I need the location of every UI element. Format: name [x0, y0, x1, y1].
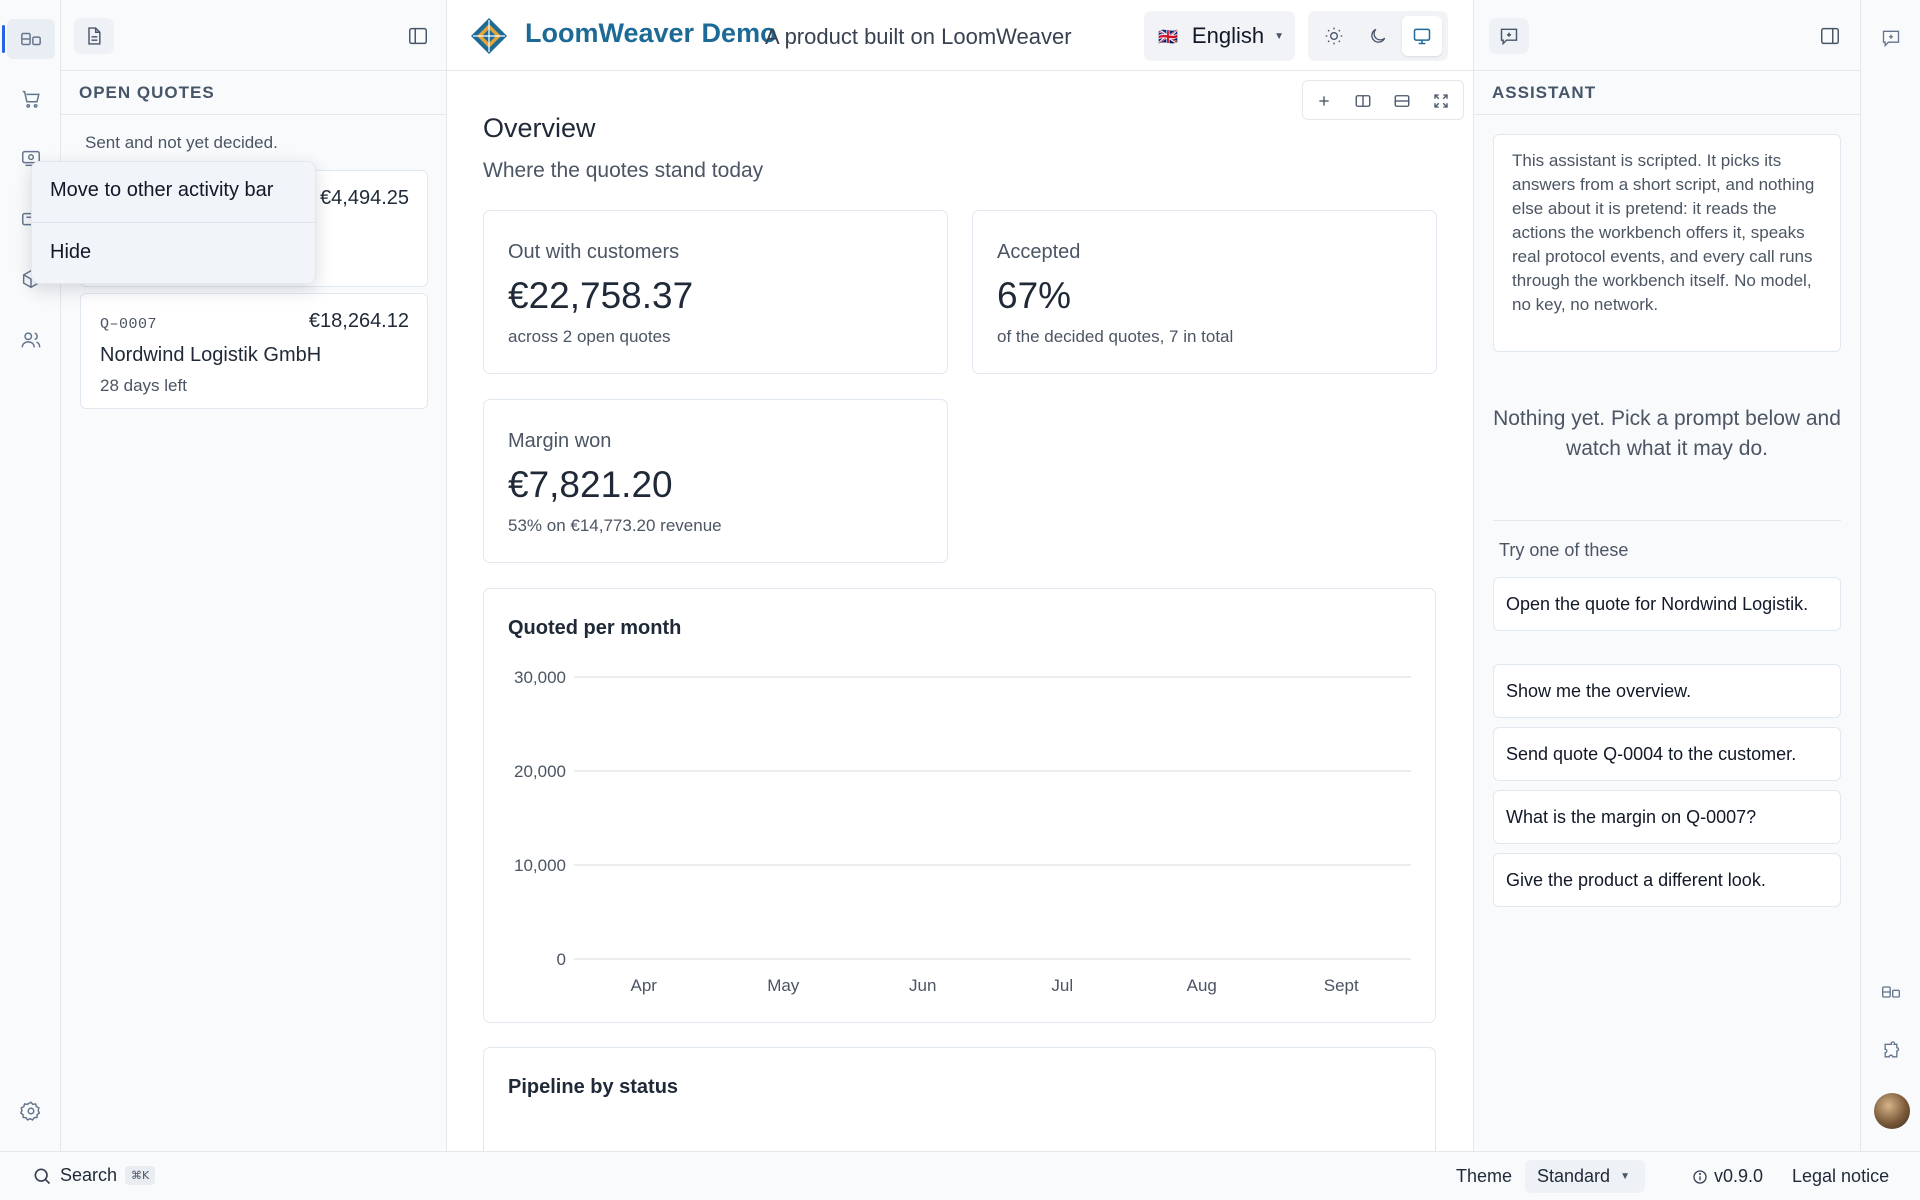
prompt-suggestion[interactable]: What is the margin on Q-0007? [1493, 790, 1841, 844]
users-icon[interactable] [7, 320, 55, 360]
loomweaver-logo [469, 16, 509, 56]
chat-icon[interactable] [1489, 18, 1529, 54]
stat-label: Margin won [508, 430, 612, 452]
quoted-per-month-card: Quoted per month 0 10,000 20,000 30,000 Apr M… [483, 588, 1436, 1023]
theme-label: Theme [1456, 1166, 1513, 1186]
legal-notice-link[interactable]: Legal notice [1792, 1166, 1889, 1187]
prompt-suggestion[interactable]: Show me the overview. [1493, 664, 1841, 718]
stat-card-margin-won: Margin won €7,821.20 53% on €14,773.20 r… [483, 399, 948, 563]
left-panel-header [61, 0, 446, 71]
puzzle-icon[interactable] [1873, 1033, 1909, 1069]
caret-down-icon: ▼ [1274, 30, 1284, 42]
pipeline-by-status-card: Pipeline by status [483, 1047, 1436, 1151]
stat-label: Accepted [997, 241, 1081, 263]
version-label: v0.9.0 [1714, 1166, 1764, 1186]
right-panel-header [1474, 0, 1860, 71]
search-label: Search [60, 1165, 118, 1185]
moon-icon[interactable] [1358, 16, 1398, 56]
fullscreen-icon[interactable] [1426, 86, 1456, 116]
plus-icon[interactable] [1309, 86, 1339, 116]
y-tick-label: 30,000 [514, 668, 566, 687]
toggle-right-panel-icon[interactable] [1812, 18, 1848, 54]
quote-amount: €4,494.25 [320, 187, 409, 209]
theme-value: Standard [1537, 1166, 1611, 1186]
info-icon [1693, 1169, 1707, 1184]
split-horizontal-icon[interactable] [1387, 86, 1417, 116]
assistant-panel: ASSISTANT This assistant is scripted. It… [1473, 0, 1860, 1151]
section-title: OPEN QUOTES [61, 71, 446, 115]
stat-value: €22,758.37 [508, 275, 694, 316]
menu-separator [32, 222, 315, 223]
x-tick-label: May [767, 976, 800, 995]
page-subtitle: Where the quotes stand today [483, 159, 764, 182]
x-tick-label: Jul [1051, 976, 1073, 995]
activity-context-menu: Move to other activity bar Hide [31, 161, 316, 284]
page-title: Overview [483, 113, 596, 143]
stat-card-accepted: Accepted 67% of the decided quotes, 7 in… [972, 210, 1437, 374]
panel-subtitle: Sent and not yet decided. [85, 133, 278, 152]
assistant-title: ASSISTANT [1474, 71, 1860, 115]
status-bar: Search ⌘K Theme Standard ▼ v0.9.0 Legal … [0, 1151, 1920, 1200]
menu-item-move-to-other-activity-bar[interactable]: Move to other activity bar [50, 179, 273, 202]
y-tick-label: 0 [557, 950, 566, 969]
quote-amount: €18,264.12 [308, 310, 409, 332]
sun-icon[interactable] [1314, 16, 1354, 56]
quote-card[interactable]: Q–0007 €18,264.12 Nordwind Logistik GmbH… [80, 293, 428, 409]
stat-note: of the decided quotes, 7 in total [997, 327, 1234, 346]
y-tick-label: 20,000 [514, 762, 566, 781]
theme-select[interactable]: Standard ▼ [1525, 1160, 1645, 1193]
stat-label: Out with customers [508, 241, 680, 263]
right-activity-bar [1860, 0, 1920, 1151]
stat-note: 53% on €14,773.20 revenue [508, 516, 722, 535]
language-select[interactable]: 🇬🇧 English ▼ [1144, 11, 1295, 61]
menu-item-hide[interactable]: Hide [50, 241, 91, 264]
empty-state-message: Nothing yet. Pick a prompt below and wat… [1493, 407, 1841, 460]
document-icon[interactable] [74, 18, 114, 54]
assistant-chat-icon[interactable] [1873, 20, 1909, 56]
tagline: A product built on LoomWeaver [765, 24, 1072, 49]
stat-note: across 2 open quotes [508, 327, 671, 346]
x-tick-label: Apr [631, 976, 658, 995]
prompt-suggestion[interactable]: Send quote Q-0004 to the customer. [1493, 727, 1841, 781]
assistant-disclaimer: This assistant is scripted. It picks its… [1493, 134, 1841, 352]
x-tick-label: Aug [1187, 976, 1217, 995]
search-button[interactable]: Search ⌘K [32, 1165, 156, 1186]
prompt-suggestion[interactable]: Give the product a different look. [1493, 853, 1841, 907]
customer-name: Nordwind Logistik GmbH [100, 344, 322, 366]
quote-number: Q–0007 [100, 316, 158, 333]
try-label: Try one of these [1499, 540, 1629, 560]
y-tick-label: 10,000 [514, 856, 566, 875]
flag-icon: 🇬🇧 [1158, 26, 1178, 46]
search-icon [34, 1168, 51, 1184]
settings-icon[interactable] [7, 1091, 55, 1131]
avatar[interactable] [1874, 1093, 1910, 1129]
language-label: English [1191, 23, 1265, 48]
stat-value: €7,821.20 [508, 464, 673, 505]
caret-down-icon: ▼ [1620, 1171, 1630, 1182]
quoted-per-month-chart: 0 10,000 20,000 30,000 Apr May Jun Jul Aug Sept [514, 668, 1411, 995]
version-info[interactable]: v0.9.0 [1692, 1166, 1763, 1187]
prompt-suggestion[interactable]: Open the quote for Nordwind Logistik. [1493, 577, 1841, 631]
stat-card-out-with-customers: Out with customers €22,758.37 across 2 o… [483, 210, 948, 374]
top-header: LoomWeaver Demo A product built on LoomW… [447, 0, 1473, 71]
toggle-left-panel-icon[interactable] [400, 18, 436, 54]
search-shortcut: ⌘K [125, 1166, 156, 1185]
editor-toolbar [1302, 80, 1464, 120]
divider [1493, 520, 1841, 521]
days-left: 28 days left [100, 376, 187, 395]
overview-main: Overview Where the quotes stand today Ou… [447, 71, 1473, 1151]
pipeline-title: Pipeline by status [508, 1076, 679, 1098]
dashboard-icon[interactable] [2, 19, 55, 59]
cart-icon[interactable] [7, 79, 55, 119]
monitor-icon[interactable] [1402, 16, 1442, 56]
split-vertical-icon[interactable] [1348, 86, 1378, 116]
brand-name: LoomWeaver Demo [525, 18, 777, 48]
x-tick-label: Jun [909, 976, 936, 995]
stat-value: 67% [997, 275, 1072, 316]
theme-mode-switch [1308, 11, 1448, 61]
x-tick-label: Sept [1324, 976, 1359, 995]
dashboard-icon[interactable] [1873, 974, 1909, 1010]
